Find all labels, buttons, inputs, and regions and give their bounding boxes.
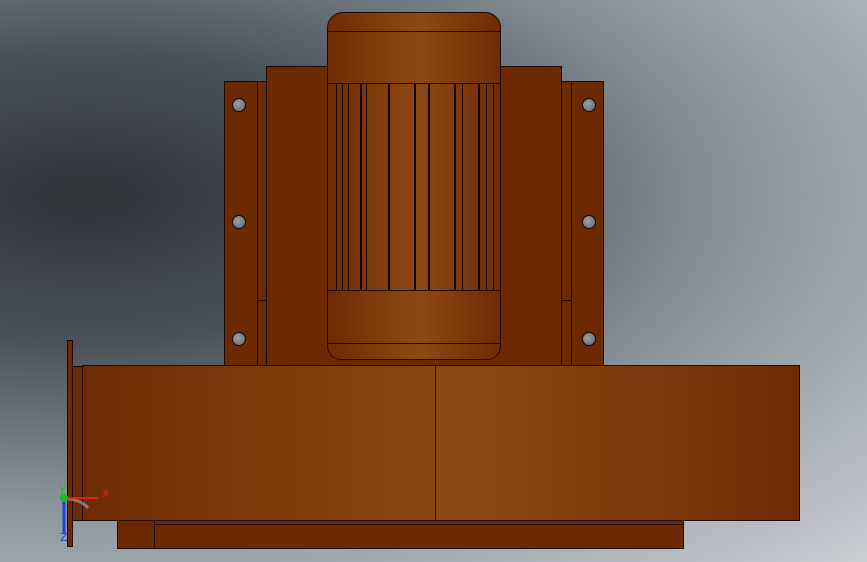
base-frame-lip bbox=[154, 524, 683, 525]
motor-top-cap[interactable] bbox=[327, 12, 501, 84]
bolt-hole-left-bottom[interactable] bbox=[232, 332, 246, 346]
housing-seam bbox=[435, 366, 436, 520]
triad-x-label: X bbox=[102, 487, 110, 500]
fan-housing[interactable] bbox=[82, 365, 800, 521]
bolt-hole-right-bottom[interactable] bbox=[582, 332, 596, 346]
cooling-fin bbox=[336, 84, 337, 290]
motor-finned-body[interactable] bbox=[327, 83, 501, 291]
bolt-hole-right-top[interactable] bbox=[582, 98, 596, 112]
right-bracket[interactable] bbox=[561, 81, 604, 366]
triad-z-label: Z bbox=[60, 531, 68, 544]
coordinate-triad: Y X Z bbox=[52, 484, 112, 546]
cooling-fin bbox=[462, 84, 463, 290]
cooling-fin bbox=[478, 84, 480, 290]
cooling-fin bbox=[493, 84, 494, 290]
bolt-hole-right-middle[interactable] bbox=[582, 215, 596, 229]
triad-y-label: Y bbox=[59, 484, 66, 497]
motor[interactable] bbox=[327, 12, 501, 362]
bolt-hole-left-middle[interactable] bbox=[232, 215, 246, 229]
model-viewport[interactable]: Y X Z bbox=[0, 0, 867, 562]
cooling-fin bbox=[486, 84, 487, 290]
bolt-hole-left-top[interactable] bbox=[232, 98, 246, 112]
left-bracket-step bbox=[257, 300, 266, 301]
right-bracket-step bbox=[562, 300, 571, 301]
motor-bottom-seam bbox=[328, 343, 500, 344]
cooling-fin bbox=[366, 84, 367, 290]
left-bracket-edge bbox=[257, 82, 258, 365]
cooling-fin bbox=[348, 84, 349, 290]
motor-cap-seam bbox=[328, 31, 500, 32]
cooling-fin bbox=[428, 84, 430, 290]
base-frame[interactable] bbox=[117, 520, 684, 549]
left-bracket[interactable] bbox=[224, 81, 267, 366]
cooling-fin bbox=[454, 84, 456, 290]
cooling-fin bbox=[342, 84, 343, 290]
cooling-fin bbox=[414, 84, 416, 290]
right-bracket-edge bbox=[571, 82, 572, 365]
base-frame-edge bbox=[154, 521, 155, 548]
cooling-fin bbox=[388, 84, 390, 290]
cooling-fin bbox=[360, 84, 362, 290]
motor-bottom-cap[interactable] bbox=[327, 290, 501, 360]
